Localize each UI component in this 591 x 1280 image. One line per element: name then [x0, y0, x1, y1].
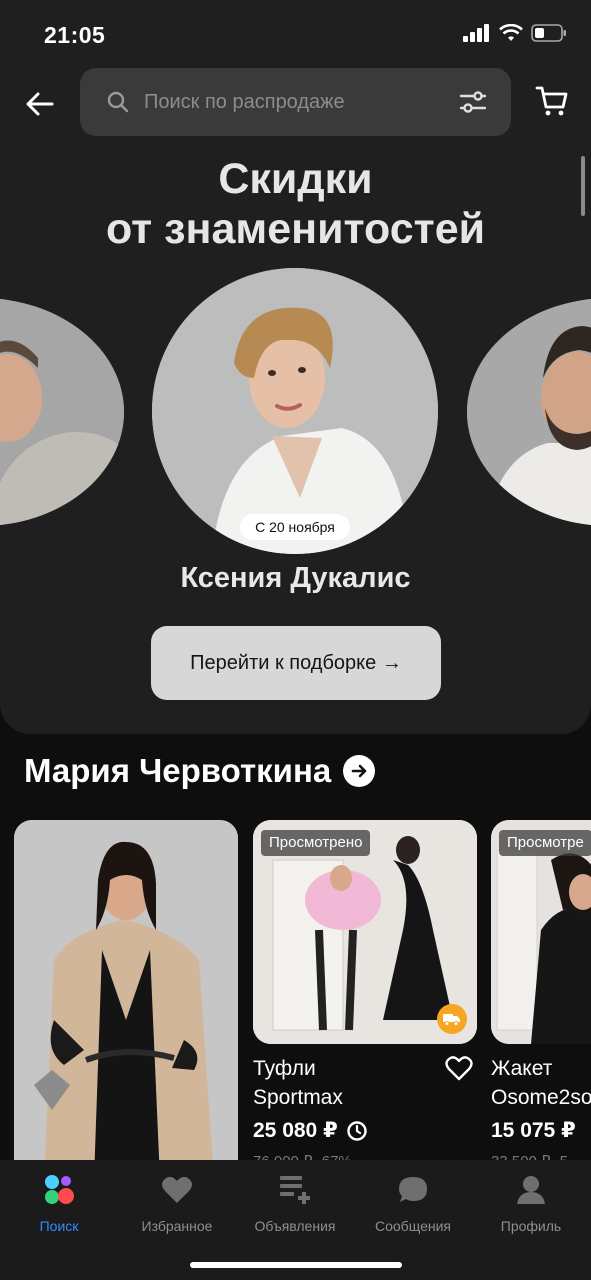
hero-title: Скидки от знаменитостей [0, 154, 591, 254]
tab-label: Профиль [500, 1218, 562, 1234]
tab-label: Сообщения [375, 1218, 451, 1234]
section-arrow-icon[interactable] [343, 755, 376, 787]
tab-label: Объявления [254, 1218, 336, 1234]
hero-title-line1: Скидки [218, 155, 373, 203]
product-image[interactable]: Просмотре [491, 820, 591, 1044]
delivery-truck-icon [437, 1004, 467, 1034]
section-title-row[interactable]: Мария Червоткина [24, 752, 376, 790]
wifi-icon [499, 24, 523, 41]
celebrity-photo-left[interactable] [0, 298, 124, 526]
clock-icon [346, 1120, 367, 1141]
product-price-value: 25 080 ₽ [253, 1119, 338, 1142]
product-image[interactable]: Просмотрено [253, 820, 477, 1044]
tab-search[interactable]: Поиск [0, 1172, 118, 1234]
product-name-line2: Sportmax [253, 1086, 343, 1109]
search-input[interactable] [144, 86, 444, 118]
celebrity-photo-center[interactable] [152, 268, 438, 554]
product-name-line2: Osome2so [491, 1086, 591, 1109]
listing-add-icon [236, 1172, 354, 1208]
product-name[interactable]: Туфли Sportmax [253, 1054, 343, 1112]
chat-icon [354, 1172, 472, 1208]
battery-icon [531, 24, 566, 42]
date-badge: С 20 ноября [240, 514, 350, 540]
product-price: 25 080 ₽ [253, 1118, 368, 1143]
tab-favorites[interactable]: Избранное [118, 1172, 236, 1234]
tab-label: Избранное [141, 1218, 213, 1234]
top-bar [0, 68, 591, 138]
heart-icon [118, 1172, 236, 1208]
man-portrait-left [0, 298, 124, 526]
celebrity-photo-right[interactable] [467, 298, 591, 526]
hero-title-line2: от знаменитостей [105, 205, 486, 253]
seen-badge: Просмотре [499, 830, 591, 856]
tab-listings[interactable]: Объявления [236, 1172, 354, 1234]
product-name-line1: Жакет [491, 1057, 553, 1080]
back-arrow-icon[interactable] [22, 86, 58, 122]
cart-icon[interactable] [535, 84, 569, 118]
go-to-collection-button[interactable]: Перейти к подборке → [151, 626, 441, 700]
product-name-line1: Туфли [253, 1057, 316, 1080]
section-title: Мария Червоткина [24, 752, 332, 789]
search-icon [107, 91, 129, 113]
search-bar[interactable] [80, 68, 511, 136]
favorite-heart-icon[interactable] [445, 1056, 473, 1082]
hero-card: 21:05 Поиск по распродаже Скидки от знам… [0, 0, 591, 734]
woman-portrait [152, 268, 438, 554]
celebrity-name: Ксения Дукалис [180, 562, 411, 594]
status-time: 21:05 [44, 22, 106, 48]
tab-profile[interactable]: Профиль [472, 1172, 590, 1234]
model-photo [14, 820, 238, 1180]
product-price-value: 15 075 ₽ [491, 1119, 576, 1142]
product-price: 15 075 ₽ [491, 1118, 576, 1143]
seen-badge: Просмотрено [261, 830, 371, 856]
featured-look-image[interactable] [14, 820, 238, 1180]
profile-icon [472, 1172, 590, 1208]
home-indicator[interactable] [190, 1262, 402, 1268]
tab-label: Поиск [39, 1218, 79, 1234]
search-dots-icon [0, 1172, 118, 1208]
tab-messages[interactable]: Сообщения [354, 1172, 472, 1234]
product-name[interactable]: Жакет Osome2so [491, 1054, 591, 1112]
signal-icon [463, 24, 489, 42]
man-portrait-right [467, 298, 591, 526]
status-icons [463, 24, 567, 42]
filter-icon[interactable] [459, 88, 487, 116]
status-bar: 21:05 [0, 0, 591, 64]
